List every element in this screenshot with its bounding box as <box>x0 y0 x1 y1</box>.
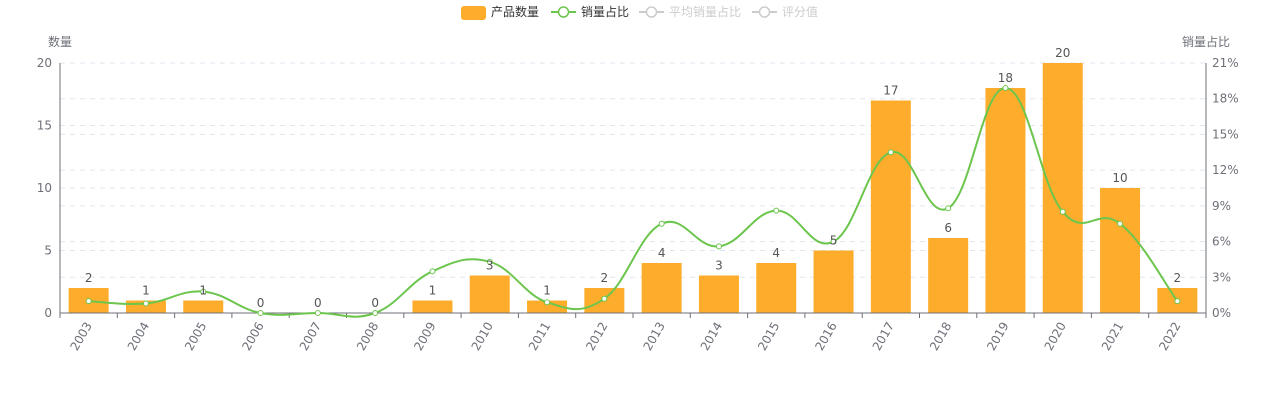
line-point <box>773 207 780 214</box>
line-point <box>85 298 92 305</box>
x-tick-label: 2003 <box>67 320 94 353</box>
line-point <box>314 310 321 316</box>
x-tick-label: 2008 <box>354 320 381 353</box>
y-axis-right-title: 销量占比 <box>1182 34 1230 49</box>
y-left-tick-label: 20 <box>37 56 52 70</box>
bar-value-label: 1 <box>142 284 150 298</box>
bar <box>985 88 1026 313</box>
x-tick-label: 2018 <box>927 320 954 353</box>
x-tick-label: 2014 <box>698 320 725 353</box>
line-point <box>1117 220 1124 227</box>
x-tick-label: 2013 <box>640 320 667 353</box>
line-point <box>257 310 264 316</box>
y-right-tick-label: 9% <box>1212 199 1231 213</box>
bar-value-label: 20 <box>1055 46 1070 60</box>
bar-value-label: 4 <box>658 246 666 260</box>
line-point <box>1002 85 1009 91</box>
bar-value-label: 6 <box>944 221 952 235</box>
bar <box>928 238 969 313</box>
x-tick-label: 2011 <box>526 320 553 353</box>
x-tick-label: 2005 <box>182 320 209 353</box>
y-left-tick-label: 5 <box>44 244 52 258</box>
bar <box>1042 63 1083 313</box>
bar-value-label: 2 <box>1174 271 1182 285</box>
bar-value-label: 4 <box>772 246 780 260</box>
bar-value-label: 2 <box>601 271 609 285</box>
bar-value-label: 3 <box>486 259 494 273</box>
x-tick-label: 2004 <box>125 320 152 353</box>
x-tick-label: 2006 <box>239 320 266 353</box>
line-point <box>945 205 952 212</box>
bar <box>870 100 911 313</box>
bar <box>698 275 739 313</box>
bar-value-label: 0 <box>371 296 379 310</box>
line-point <box>715 243 722 250</box>
x-tick-label: 2017 <box>870 320 897 353</box>
x-tick-label: 2016 <box>812 320 839 353</box>
bar-value-label: 1 <box>199 284 207 298</box>
grid-lines <box>60 62 1206 278</box>
bar <box>183 300 224 313</box>
y-right-tick-label: 0% <box>1212 306 1231 320</box>
combo-chart: 0%3%6%9%12%15%18%21%051015202003 2004 2005… <box>37 34 1239 353</box>
x-tick-label: 2007 <box>297 320 324 353</box>
bar-value-label: 10 <box>1112 171 1127 185</box>
bar-value-label: 1 <box>429 284 437 298</box>
bar-value-label: 3 <box>715 259 723 273</box>
x-tick-label: 2010 <box>469 320 496 353</box>
x-tick-label: 2015 <box>755 320 782 353</box>
line-point <box>372 310 379 316</box>
bar-value-label: 18 <box>998 71 1013 85</box>
x-tick-label: 2009 <box>411 320 438 353</box>
bar <box>756 263 797 313</box>
y-right-tick-label: 15% <box>1212 127 1239 141</box>
x-tick-label: 2021 <box>1099 320 1126 353</box>
x-tick-label: 2020 <box>1042 320 1069 353</box>
line-point <box>887 149 894 156</box>
bar <box>813 250 854 313</box>
bar <box>641 263 682 313</box>
y-right-tick-label: 18% <box>1212 92 1239 106</box>
line-point <box>1174 298 1181 305</box>
bar <box>469 275 510 313</box>
bar-value-label: 2 <box>85 271 93 285</box>
bar-value-label: 5 <box>830 234 838 248</box>
x-tick-label: 2022 <box>1156 320 1183 353</box>
y-left-tick-label: 10 <box>37 181 52 195</box>
x-tick-label: 2012 <box>583 320 610 353</box>
line-point <box>658 220 665 227</box>
line-point <box>142 300 149 307</box>
line-point <box>429 268 436 275</box>
bar-value-label: 1 <box>543 284 551 298</box>
line-point <box>544 299 551 306</box>
bar <box>1100 188 1141 313</box>
y-right-tick-label: 3% <box>1212 270 1231 284</box>
y-axis-left-title: 数量 <box>48 34 72 49</box>
bar <box>412 300 453 313</box>
line-point <box>601 295 608 302</box>
x-tick-label: 2019 <box>984 320 1011 353</box>
y-right-tick-label: 21% <box>1212 56 1239 70</box>
y-right-tick-label: 12% <box>1212 163 1239 177</box>
y-left-tick-label: 0 <box>44 306 52 320</box>
line-point <box>1059 208 1066 215</box>
bar-value-label: 0 <box>314 296 322 310</box>
bar-value-label: 17 <box>883 84 898 98</box>
y-left-tick-label: 15 <box>37 119 52 133</box>
bar-value-label: 0 <box>257 296 265 310</box>
y-right-tick-label: 6% <box>1212 235 1231 249</box>
